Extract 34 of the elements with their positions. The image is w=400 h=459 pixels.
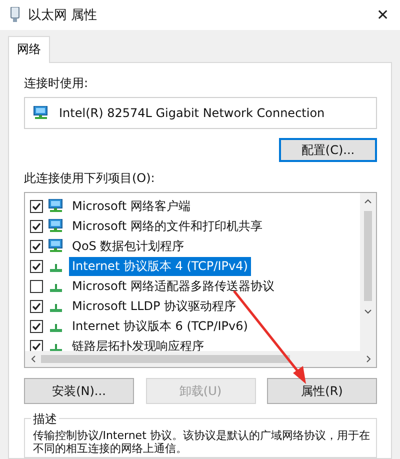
list-item[interactable]: Microsoft 网络客户端 [69,196,194,216]
install-button[interactable]: 安装(N)... [24,378,134,404]
list-item[interactable]: Microsoft 网络的文件和打印机共享 [69,216,266,236]
properties-button[interactable]: 属性(R) [267,378,377,404]
list-item[interactable]: 链路层拓扑发现响应程序 [69,336,207,351]
checkbox[interactable] [30,240,43,252]
checkbox[interactable] [30,260,43,272]
list-item[interactable]: Microsoft LLDP 协议驱动程序 [69,296,240,316]
list-item[interactable]: QoS 数据包计划程序 [69,236,188,256]
monitor-icon [48,199,64,213]
list-item[interactable]: Internet 协议版本 6 (TCP/IPv6) [69,316,251,336]
checkbox[interactable] [30,300,43,312]
checkbox[interactable] [30,340,43,351]
list-item[interactable]: Internet 协议版本 4 (TCP/IPv4) [69,256,251,276]
network-adapter-icon [10,7,20,23]
monitor-icon [48,239,64,253]
section-label: 连接时使用: [24,75,90,92]
list-item[interactable]: Microsoft 网络适配器多路传送器协议 [69,276,278,296]
adapter-name: Intel(R) 82574L Gigabit Network Connection [59,106,325,120]
tab[interactable]: 网络 [8,36,50,63]
checkbox[interactable] [30,220,43,232]
configure-button[interactable]: 配置(C)... [279,138,377,162]
checkbox[interactable] [30,200,43,212]
checkbox[interactable] [30,280,43,292]
monitor-icon [48,219,64,233]
monitor-icon [33,106,49,120]
group-title: 描述 [31,411,59,428]
description-text: 传输控制协议/Internet 协议。该协议是默认的广域网络协议，用于在不同的相互连接的网络上通信。 [33,429,370,455]
checkbox[interactable] [30,320,43,332]
section-label: 此连接使用下列项目(O): [24,170,156,187]
close-button[interactable]: ✕ [366,0,400,30]
window-title: 以太网 属性 [28,7,98,24]
horizontal-scrollbar[interactable] [25,351,376,367]
vertical-scrollbar[interactable] [360,193,376,351]
